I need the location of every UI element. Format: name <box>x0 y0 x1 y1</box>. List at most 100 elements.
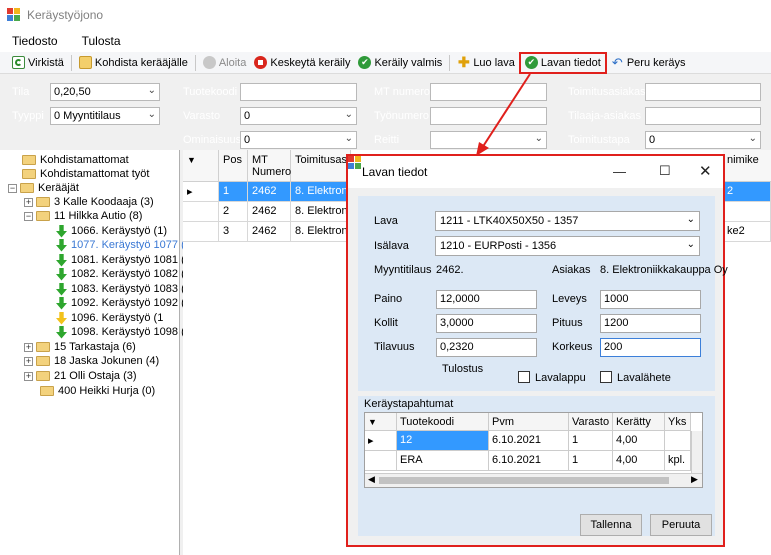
maximize-icon[interactable]: ☐ <box>659 163 671 179</box>
vertical-scrollbar[interactable] <box>691 431 702 473</box>
table-cell[interactable]: 3 <box>219 222 248 242</box>
row-selector[interactable] <box>183 222 219 242</box>
assign-picker-button[interactable]: Kohdista kerääjälle <box>75 53 192 73</box>
column-header[interactable]: Toimitusasia <box>291 150 356 182</box>
table-cell[interactable]: 6.10.2021 <box>489 451 569 471</box>
table-cell[interactable]: 8. Elektroniik <box>291 222 351 242</box>
tree-node[interactable]: Kohdistamattomat työt <box>22 167 149 181</box>
table-cell[interactable]: 8. Elektroniik <box>291 202 351 222</box>
leveys-input[interactable]: 1000 <box>600 290 701 309</box>
table-cell[interactable]: ERA <box>397 451 489 471</box>
row-selector[interactable]: ▸ <box>183 182 219 202</box>
isalava-select[interactable]: 1210 - EURPosti - 1356 ⌄ <box>435 236 700 256</box>
column-header[interactable]: Pos <box>219 150 248 182</box>
column-header[interactable]: Varasto <box>569 413 613 431</box>
tree-node[interactable]: +21 Olli Ostaja (3) <box>24 369 137 383</box>
scroll-left-icon[interactable]: ◀ <box>368 474 375 485</box>
tree-node[interactable]: 1096. Keräystyö (1 <box>56 311 163 325</box>
tree-node[interactable]: − 11 Hilkka Autio (8) <box>24 209 142 223</box>
table-cell[interactable] <box>723 202 771 222</box>
kollit-input[interactable]: 3,0000 <box>436 314 537 333</box>
column-header[interactable]: Tuotekoodi <box>397 413 489 431</box>
korkeus-input[interactable]: 200 <box>600 338 701 357</box>
tree-node[interactable]: 1081. Keräystyö 1081 (1 <box>56 253 191 267</box>
collapse-icon[interactable]: − <box>8 183 17 193</box>
row-selector[interactable]: ▸ <box>365 431 397 451</box>
cancel-button[interactable]: Peruuta <box>650 514 712 536</box>
paino-input[interactable]: 12,0000 <box>436 290 537 309</box>
table-cell[interactable]: 8. Elektroniik <box>291 182 351 202</box>
row-selector[interactable] <box>183 202 219 222</box>
tree-node[interactable]: 1066. Keräystyö (1) <box>56 224 167 238</box>
row-selector[interactable] <box>365 451 397 471</box>
tuotekoodi-input[interactable] <box>240 83 357 101</box>
menu-tiedosto[interactable]: Tiedosto <box>0 34 70 48</box>
tree-node[interactable]: 1092. Keräystyö 1092 (1 <box>56 296 191 310</box>
lavalahete-checkbox[interactable] <box>600 371 612 383</box>
pallet-info-button[interactable]: ✔ Lavan tiedot <box>518 51 607 74</box>
assign-icon <box>78 56 92 69</box>
lavalappu-checkbox[interactable] <box>518 371 530 383</box>
collapse-icon[interactable]: − <box>24 211 33 221</box>
close-icon[interactable]: ✕ <box>699 162 712 180</box>
table-cell[interactable]: kpl. <box>665 451 691 471</box>
varasto-select[interactable]: 0 ⌄ <box>240 107 357 125</box>
tree-node[interactable]: 400 Heikki Hurja (0) <box>40 384 155 398</box>
table-cell[interactable]: 2 <box>723 182 771 202</box>
tree-node[interactable]: +18 Jaska Jokunen (4) <box>24 354 159 368</box>
save-button[interactable]: Tallenna <box>580 514 642 536</box>
refresh-button[interactable]: Virkistä <box>8 53 68 73</box>
tyyppi-select[interactable]: 0 Myyntitilaus ⌄ <box>50 107 160 125</box>
horizontal-scrollbar[interactable]: ◀ ▶ <box>365 473 702 487</box>
minimize-icon[interactable]: — <box>613 164 626 179</box>
scroll-right-icon[interactable]: ▶ <box>691 474 698 485</box>
tree-node[interactable]: +15 Tarkastaja (6) <box>24 340 136 354</box>
column-header[interactable]: Yks <box>665 413 691 431</box>
create-pallet-button[interactable]: ✚ Luo lava <box>453 53 519 73</box>
lava-select[interactable]: 1211 - LTK40X50X50 - 1357 ⌄ <box>435 211 700 231</box>
tree-node[interactable]: +3 Kalle Koodaaja (3) <box>24 195 154 209</box>
expand-icon[interactable]: + <box>24 197 33 207</box>
pituus-input[interactable]: 1200 <box>600 314 701 333</box>
tree-node[interactable]: 1082. Keräystyö 1082 (1 <box>56 267 191 281</box>
table-cell[interactable]: 6.10.2021 <box>489 431 569 451</box>
table-cell[interactable]: 12 <box>397 431 489 451</box>
suspend-button[interactable]: Keskeytä keräily <box>250 53 354 73</box>
table-cell[interactable] <box>665 431 691 451</box>
table-cell[interactable]: ke2 <box>723 222 771 242</box>
cancel-picking-button[interactable]: ↶ Peru keräys <box>607 53 690 73</box>
toimitusasiakas-input[interactable] <box>645 83 761 101</box>
tree-node[interactable]: 1098. Keräystyö 1098 (1 <box>56 325 191 339</box>
tree-node[interactable]: 1083. Keräystyö 1083 (1 <box>56 282 191 296</box>
table-cell[interactable]: 4,00 <box>613 451 665 471</box>
scroll-thumb[interactable] <box>379 477 669 484</box>
expand-icon[interactable]: + <box>24 342 33 352</box>
table-cell[interactable]: 1 <box>219 182 248 202</box>
column-header[interactable]: Kerätty <box>613 413 665 431</box>
table-cell[interactable]: 4,00 <box>613 431 665 451</box>
table-cell[interactable]: 2462 <box>248 182 291 202</box>
expand-icon[interactable]: + <box>24 356 33 366</box>
table-cell[interactable]: 1 <box>569 451 613 471</box>
table-cell[interactable]: 1 <box>569 431 613 451</box>
filter-icon[interactable]: ▼ <box>187 155 196 165</box>
expand-icon[interactable]: + <box>24 371 33 381</box>
column-header[interactable]: Pvm <box>489 413 569 431</box>
filter-icon[interactable]: ▼ <box>368 417 377 427</box>
tilavuus-input[interactable]: 0,2320 <box>436 338 537 357</box>
tilaaja-input[interactable] <box>645 107 761 125</box>
picking-done-button[interactable]: ✔ Keräily valmis <box>354 53 446 73</box>
ominaisuus-select[interactable]: 0 ⌄ <box>240 131 357 149</box>
toimitustapa-select[interactable]: 0 ⌄ <box>645 131 761 149</box>
table-cell[interactable]: 2462 <box>248 202 291 222</box>
tila-select[interactable]: 0,20,50 ⌄ <box>50 83 160 101</box>
start-button[interactable]: Aloita <box>199 53 251 73</box>
tree-node[interactable]: − Kerääjät <box>8 181 79 195</box>
table-cell[interactable]: 2462 <box>248 222 291 242</box>
menu-tulosta[interactable]: Tulosta <box>70 34 133 48</box>
table-cell[interactable]: 2 <box>219 202 248 222</box>
tree-node[interactable]: 1077. Keräystyö 1077 (3 <box>56 238 191 252</box>
column-header[interactable]: nimike <box>723 150 771 182</box>
column-header[interactable]: MT Numero <box>248 150 291 182</box>
tree-node[interactable]: Kohdistamattomat <box>22 153 129 167</box>
